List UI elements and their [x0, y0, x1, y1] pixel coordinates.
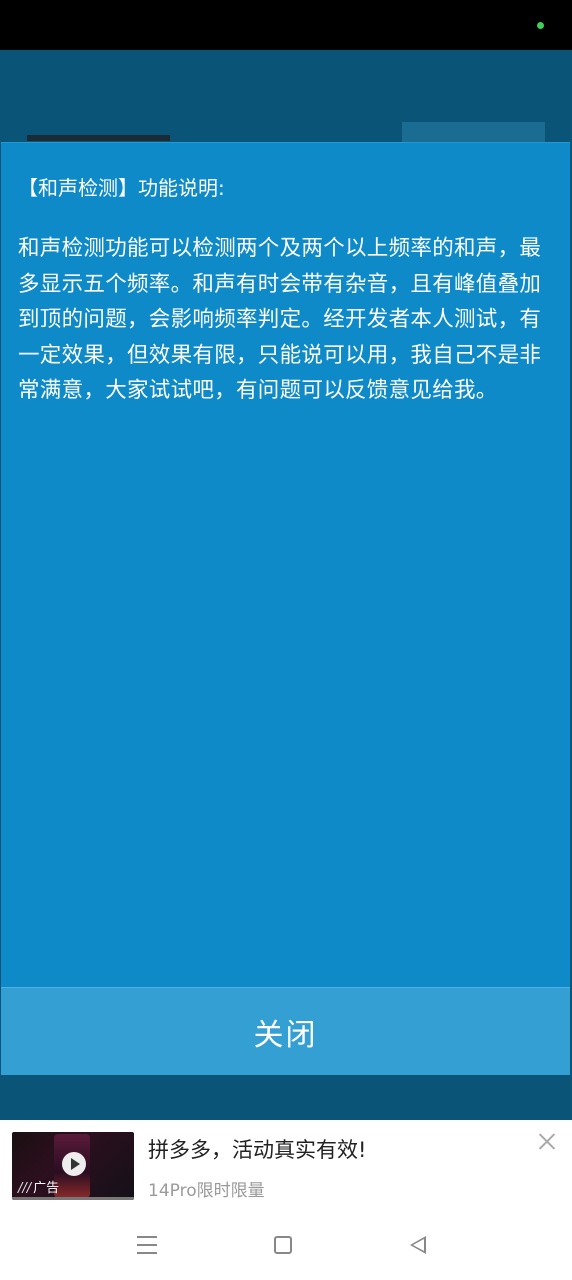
- ad-title[interactable]: 拼多多，活动真实有效!: [148, 1134, 366, 1164]
- ad-thumbnail[interactable]: ///广告: [12, 1132, 134, 1200]
- ad-tag: ///广告: [18, 1181, 60, 1196]
- tab-underline: [27, 135, 170, 141]
- ad-video-progress: [12, 1197, 134, 1200]
- ad-subtitle: 14Pro限时限量: [148, 1181, 265, 1201]
- system-nav-bar: [0, 1220, 572, 1280]
- home-icon[interactable]: [274, 1236, 292, 1254]
- info-dialog: 【和声检测】功能说明: 和声检测功能可以检测两个及两个以上频率的和声，最多显示五…: [1, 142, 570, 1075]
- dialog-body: 和声检测功能可以检测两个及两个以上频率的和声，最多显示五个频率。和声有时会带有杂…: [18, 236, 542, 403]
- status-indicator-icon: [537, 22, 544, 29]
- ad-logo-icon: ///: [18, 1181, 32, 1196]
- status-bar: [0, 0, 572, 50]
- close-button[interactable]: 关闭: [1, 987, 570, 1075]
- play-icon[interactable]: [62, 1152, 86, 1176]
- close-icon[interactable]: [536, 1130, 558, 1152]
- ad-banner[interactable]: ///广告 拼多多，活动真实有效! 14Pro限时限量: [0, 1120, 572, 1220]
- close-button-label: 关闭: [253, 1017, 318, 1053]
- back-icon[interactable]: [410, 1236, 426, 1254]
- tab-block: [402, 122, 545, 142]
- dialog-title: 【和声检测】功能说明:: [18, 176, 225, 200]
- menu-icon[interactable]: [137, 1236, 157, 1254]
